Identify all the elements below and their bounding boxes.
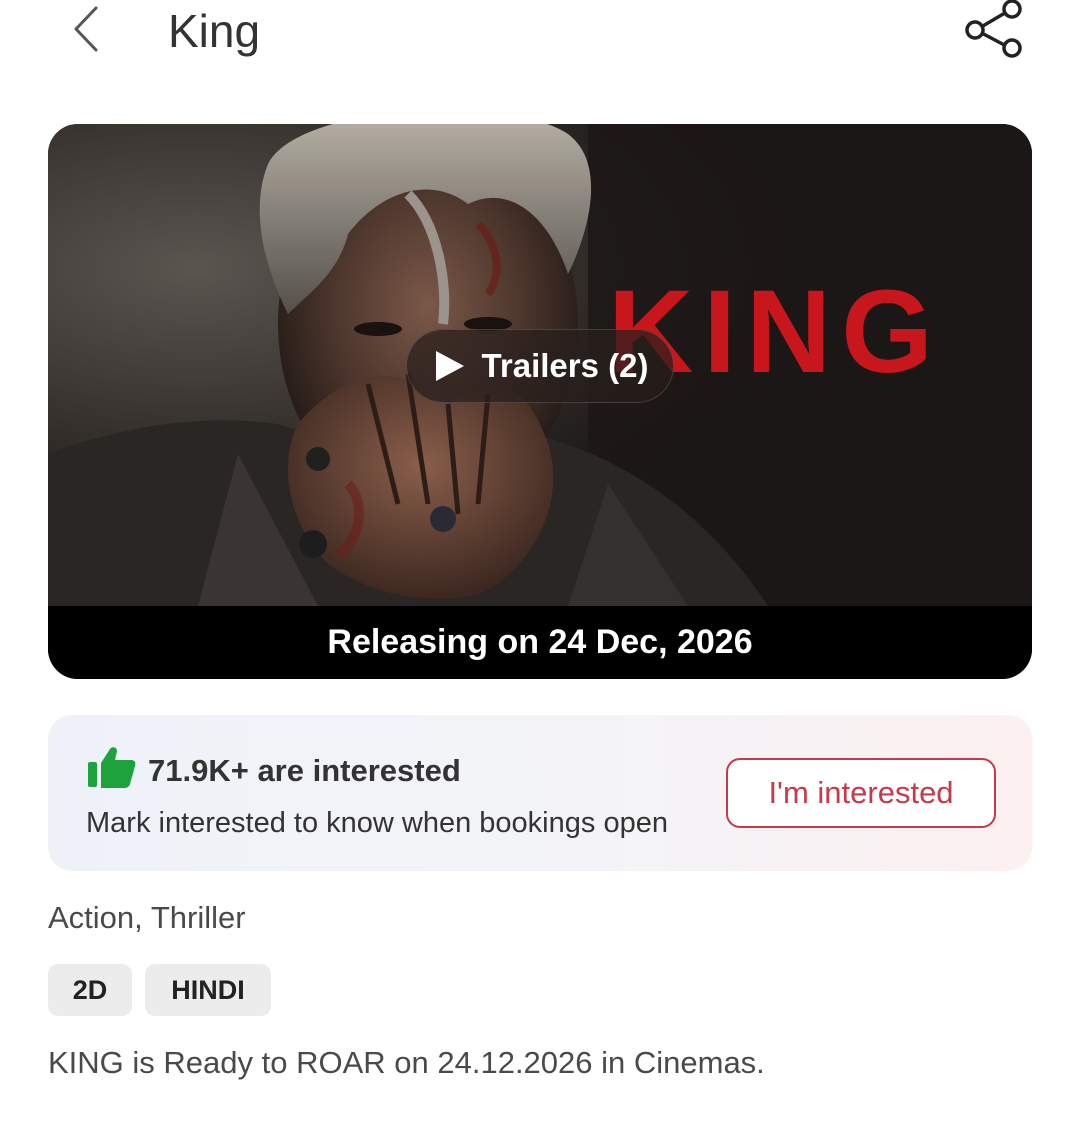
release-date-text: Releasing on 24 Dec, 2026	[327, 623, 753, 661]
language-tag-hindi: HINDI	[145, 964, 271, 1016]
trailers-button[interactable]: Trailers (2)	[406, 329, 674, 403]
hero-banner: KING Trailers (2) Releasing on 24 Dec, 2…	[48, 124, 1032, 679]
movie-description: KING is Ready to ROAR on 24.12.2026 in C…	[48, 1045, 765, 1080]
interest-subtitle: Mark interested to know when bookings op…	[86, 807, 668, 839]
format-tags: 2D HINDI	[48, 964, 271, 1016]
genre-list: Action, Thriller	[48, 900, 246, 935]
back-button[interactable]	[62, 4, 110, 54]
format-tag-2d: 2D	[48, 964, 132, 1016]
header: King	[0, 0, 1080, 70]
movie-detail-page: King KING Trailers (2) Releasing on 24 D…	[0, 0, 1080, 1133]
share-button[interactable]	[962, 0, 1026, 62]
release-date-bar: Releasing on 24 Dec, 2026	[48, 606, 1032, 679]
im-interested-label: I'm interested	[768, 775, 954, 810]
thumbs-up-icon	[88, 747, 136, 788]
trailers-label: Trailers (2)	[481, 347, 649, 384]
share-icon	[965, 0, 1022, 58]
play-icon	[435, 351, 464, 381]
im-interested-button[interactable]: I'm interested	[726, 758, 996, 828]
chevron-left-icon	[74, 6, 98, 52]
interest-card: 71.9K+ are interested Mark interested to…	[48, 715, 1032, 871]
page-title: King	[168, 5, 261, 57]
interest-count: 71.9K+ are interested	[148, 753, 461, 788]
